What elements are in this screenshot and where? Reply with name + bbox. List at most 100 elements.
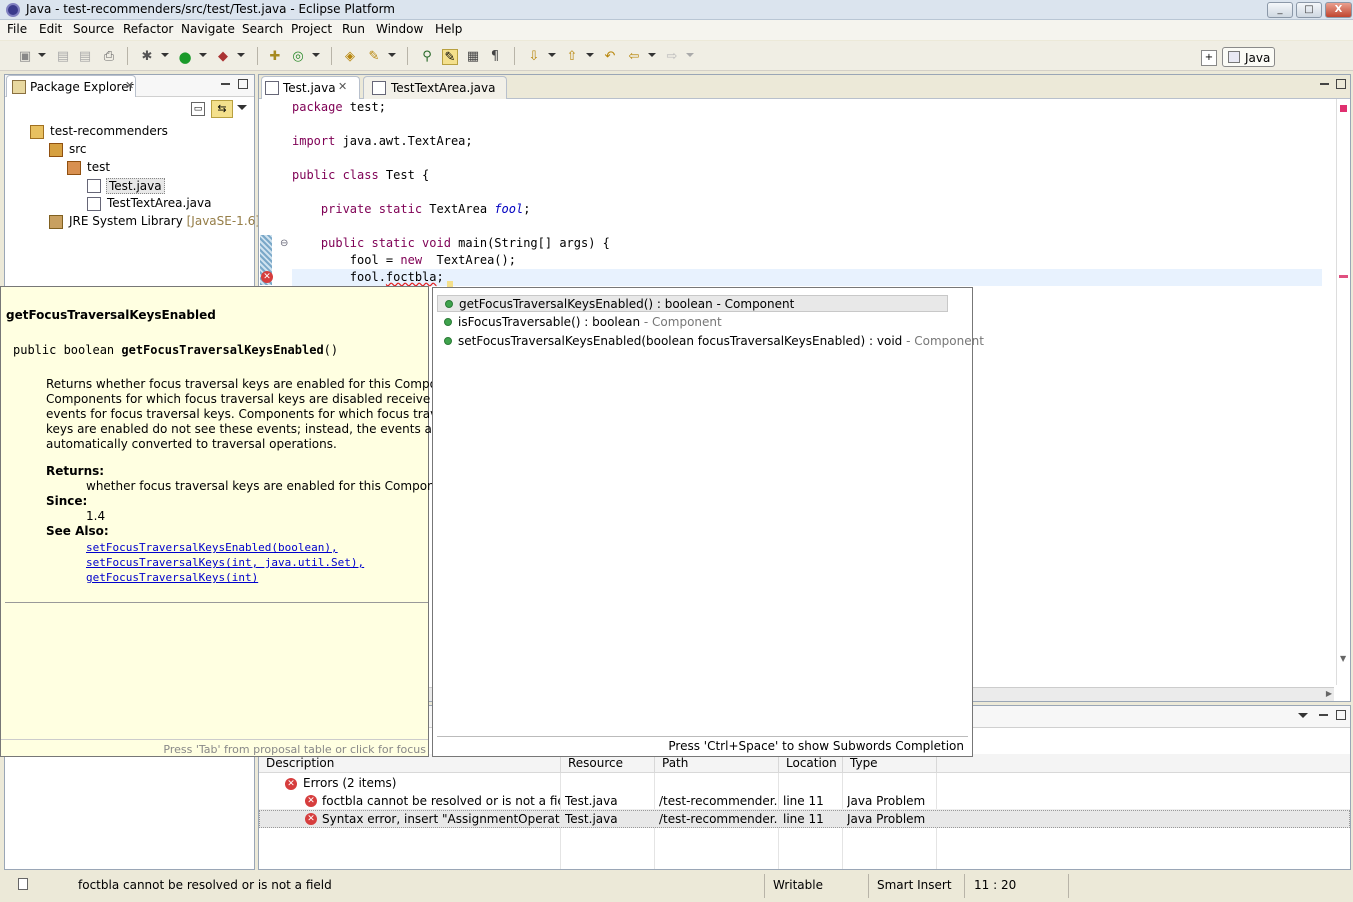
content-assist-popup[interactable]: getFocusTraversalKeysEnabled() : boolean… [432, 287, 984, 757]
open-type-icon[interactable]: ◈ [342, 49, 358, 65]
tree-item-testtextarea-java[interactable]: TestTextArea.java [107, 196, 211, 210]
tree-item-src[interactable]: src [69, 142, 87, 156]
error-summary-icon[interactable] [1340, 105, 1347, 112]
show-whitespace-icon[interactable]: ¶ [487, 49, 503, 65]
code-line[interactable]: fool.foctbla; [292, 269, 444, 286]
debug-icon[interactable]: ✱ [139, 49, 155, 65]
search-dropdown-icon[interactable] [388, 53, 396, 57]
menu-navigate[interactable]: Navigate [181, 22, 235, 36]
tree-item-package[interactable]: test [87, 160, 110, 174]
minimize-view-icon[interactable] [221, 83, 230, 85]
external-tools-icon[interactable]: ◆ [215, 49, 231, 65]
menu-source[interactable]: Source [73, 22, 114, 36]
run-icon[interactable]: ● [177, 49, 193, 65]
java-file-error-icon [87, 179, 101, 193]
view-menu-icon[interactable] [237, 105, 247, 110]
next-annotation-dropdown-icon[interactable] [548, 53, 556, 57]
javadoc-description-line: keys are enabled do not see these events… [46, 422, 444, 436]
tab-label: Test.java [283, 81, 336, 95]
new-icon[interactable]: ▣ [17, 49, 33, 65]
minimize-button[interactable]: _ [1267, 2, 1293, 18]
save-all-icon[interactable]: ▤ [77, 49, 93, 65]
proposal-item[interactable]: getFocusTraversalKeysEnabled() : boolean… [437, 295, 948, 312]
maximize-button[interactable]: □ [1296, 2, 1322, 18]
external-tools-dropdown-icon[interactable] [237, 53, 245, 57]
proposal-item[interactable]: setFocusTraversalKeysEnabled(boolean foc… [437, 333, 984, 350]
new-dropdown-icon[interactable] [38, 53, 46, 57]
save-icon[interactable]: ▤ [55, 49, 71, 65]
error-group-label[interactable]: Errors (2 items) [303, 776, 397, 790]
code-line[interactable]: public static void main(String[] args) { [292, 235, 610, 252]
code-line[interactable]: public class Test { [292, 167, 429, 184]
print-icon[interactable]: ⎙ [101, 49, 117, 65]
tab-testtextarea-java[interactable]: TestTextArea.java [363, 76, 507, 99]
fast-view-icon[interactable] [18, 878, 28, 890]
error-position-marker[interactable] [1339, 275, 1348, 278]
menu-help[interactable]: Help [435, 22, 462, 36]
close-button[interactable]: X [1325, 2, 1352, 18]
next-annotation-icon[interactable]: ⇩ [526, 49, 542, 65]
code-line[interactable]: package test; [292, 99, 386, 116]
collapse-all-icon[interactable]: ▭ [191, 102, 205, 116]
returns-label: Returns: [46, 464, 105, 478]
tree-item-test-java[interactable]: Test.java [106, 178, 165, 194]
new-java-project-icon[interactable]: ✚ [267, 49, 283, 65]
javadoc-footer: Press 'Tab' from proposal table or click… [163, 743, 426, 756]
forward-icon[interactable]: ⇨ [664, 49, 680, 65]
back-dropdown-icon[interactable] [648, 53, 656, 57]
menu-run[interactable]: Run [342, 22, 365, 36]
see-also-link[interactable]: setFocusTraversalKeysEnabled(boolean), [86, 541, 338, 554]
search-icon[interactable]: ✎ [366, 49, 382, 65]
close-tab-icon[interactable]: ✕ [125, 79, 134, 92]
problem-description: Syntax error, insert "AssignmentOperator… [322, 812, 560, 826]
view-menu-icon[interactable] [1298, 713, 1308, 718]
last-edit-icon[interactable]: ↶ [602, 49, 618, 65]
run-dropdown-icon[interactable] [199, 53, 207, 57]
close-tab-icon[interactable]: ✕ [338, 80, 347, 93]
maximize-editor-icon[interactable] [1336, 79, 1346, 89]
error-marker-icon[interactable]: ✕ [261, 271, 273, 283]
menu-edit[interactable]: Edit [39, 22, 62, 36]
forward-dropdown-icon[interactable] [686, 53, 694, 57]
menu-window[interactable]: Window [376, 22, 423, 36]
signature-suffix: () [323, 343, 339, 357]
link-with-editor-icon[interactable]: ⇆ [211, 100, 233, 118]
toggle-mark-icon[interactable]: ✎ [442, 49, 458, 65]
tree-item-jre-library[interactable]: JRE System Library [JavaSE-1.6] [69, 214, 260, 228]
menu-project[interactable]: Project [291, 22, 332, 36]
minimize-view-icon[interactable] [1319, 714, 1328, 716]
debug-dropdown-icon[interactable] [161, 53, 169, 57]
error-token[interactable]: foctbla [386, 270, 437, 284]
code-line[interactable]: fool = new TextArea(); [292, 252, 516, 269]
previous-annotation-dropdown-icon[interactable] [586, 53, 594, 57]
previous-annotation-icon[interactable]: ⇧ [564, 49, 580, 65]
tab-package-explorer[interactable]: Package Explorer ✕ [6, 75, 136, 97]
new-class-icon[interactable]: ◎ [290, 49, 306, 65]
java-perspective-button[interactable]: Java [1222, 47, 1275, 67]
scroll-down-icon[interactable]: ▼ [1340, 654, 1346, 663]
see-also-link[interactable]: setFocusTraversalKeys(int, java.util.Set… [86, 556, 364, 569]
menu-file[interactable]: File [7, 22, 27, 36]
code-line[interactable]: import java.awt.TextArea; [292, 133, 473, 150]
tree-item-project[interactable]: test-recommenders [50, 124, 168, 138]
see-also-link[interactable]: getFocusTraversalKeys(int) [86, 571, 258, 584]
new-class-dropdown-icon[interactable] [312, 53, 320, 57]
fold-icon[interactable]: ⊖ [280, 238, 288, 249]
javadoc-popup[interactable]: getFocusTraversalKeysEnabled public bool… [0, 286, 468, 757]
maximize-view-icon[interactable] [1336, 710, 1346, 720]
block-selection-icon[interactable]: ▦ [465, 49, 481, 65]
open-perspective-icon[interactable]: + [1201, 50, 1217, 66]
minimize-editor-icon[interactable] [1320, 83, 1329, 85]
menu-bar: File Edit Source Refactor Navigate Searc… [0, 20, 1353, 40]
tab-test-java[interactable]: Test.java ✕ [261, 76, 360, 99]
proposal-item[interactable]: isFocusTraversable() : boolean - Compone… [437, 314, 722, 331]
maximize-view-icon[interactable] [238, 79, 248, 89]
menu-search[interactable]: Search [242, 22, 283, 36]
menu-refactor[interactable]: Refactor [123, 22, 173, 36]
scroll-right-icon[interactable]: ▶ [1326, 689, 1332, 698]
problem-type: Java Problem [847, 794, 926, 808]
toggle-occurrences-icon[interactable]: ⚲ [419, 49, 435, 65]
since-text: 1.4 [86, 509, 106, 523]
back-icon[interactable]: ⇦ [626, 49, 642, 65]
code-line[interactable]: private static TextArea fool; [292, 201, 531, 218]
